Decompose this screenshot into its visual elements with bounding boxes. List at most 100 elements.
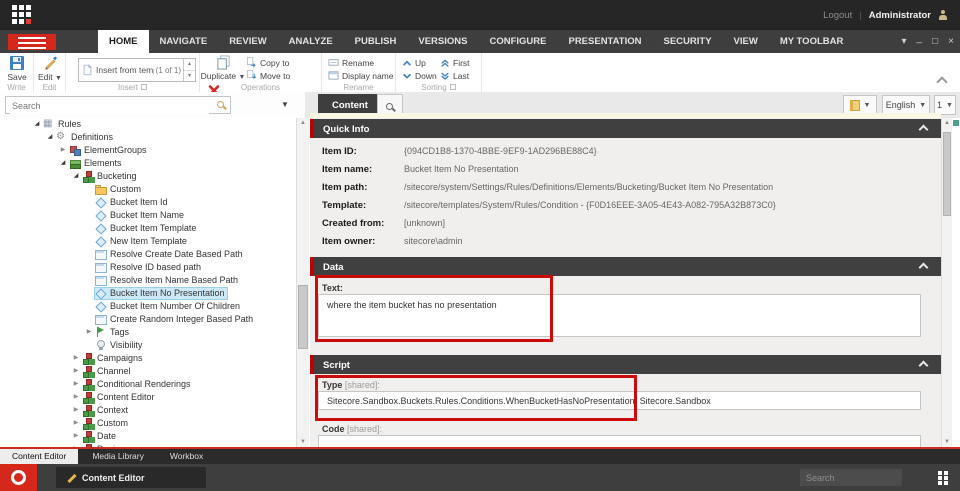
- tree-item[interactable]: ElementGroups: [0, 144, 296, 157]
- code-field-input[interactable]: [318, 435, 921, 447]
- tree-item[interactable]: Campaigns: [0, 352, 296, 365]
- ribbon-tab[interactable]: MY TOOLBAR: [769, 30, 855, 53]
- expand-arrow[interactable]: [71, 170, 81, 183]
- tree-item[interactable]: Tags: [0, 326, 296, 339]
- ribbon-tab[interactable]: HOME: [98, 30, 149, 53]
- tree-item[interactable]: Visibility: [0, 339, 296, 352]
- display-name-button[interactable]: Display name: [328, 70, 394, 81]
- tree-item[interactable]: Resolve ID based path: [0, 261, 296, 274]
- tree-item[interactable]: Bucket Item Id: [0, 196, 296, 209]
- editor-scrollbar[interactable]: ▲ ▼: [941, 118, 952, 447]
- copy-to-button[interactable]: Copy to: [246, 57, 294, 68]
- app-tab[interactable]: Media Library: [80, 449, 156, 464]
- expand-arrow[interactable]: [58, 157, 68, 170]
- sort-down-button[interactable]: Down: [402, 70, 440, 81]
- ribbon-tab[interactable]: VIEW: [723, 30, 769, 53]
- section-header-data[interactable]: Data: [310, 257, 941, 276]
- tree-item[interactable]: Rules: [0, 118, 296, 131]
- tree-item[interactable]: Custom: [0, 417, 296, 430]
- scroll-up-icon[interactable]: ▲: [942, 120, 952, 126]
- ribbon-tab[interactable]: SECURITY: [653, 30, 723, 53]
- search-input[interactable]: [10, 98, 209, 114]
- tree-item[interactable]: Context: [0, 404, 296, 417]
- search-icon[interactable]: [216, 100, 227, 111]
- maximize-icon[interactable]: □: [932, 30, 938, 53]
- navigation-bar-button[interactable]: ▼: [843, 95, 877, 115]
- window-menu-icon[interactable]: ▾: [902, 30, 907, 53]
- logout-link[interactable]: Logout: [823, 10, 852, 21]
- menu-hamburger-button[interactable]: [8, 34, 56, 50]
- expand-arrow[interactable]: [45, 131, 55, 144]
- tree-item[interactable]: Resolve Item Name Based Path: [0, 274, 296, 287]
- version-selector[interactable]: 1▼: [934, 95, 956, 115]
- save-button[interactable]: Save: [0, 53, 34, 82]
- tree-item[interactable]: Elements: [0, 157, 296, 170]
- tree-item[interactable]: Definitions: [0, 131, 296, 144]
- expand-arrow[interactable]: [71, 391, 81, 404]
- ribbon-tab[interactable]: CONFIGURE: [478, 30, 557, 53]
- tree-item[interactable]: Bucket Item No Presentation: [0, 287, 296, 300]
- sitecore-start-button[interactable]: [0, 464, 37, 491]
- apps-grid-icon[interactable]: [938, 471, 942, 475]
- sort-last-button[interactable]: Last: [440, 70, 476, 81]
- spinner-up-icon[interactable]: ▲: [184, 59, 195, 71]
- ribbon-tab[interactable]: VERSIONS: [407, 30, 478, 53]
- duplicate-button[interactable]: Duplicate ▼: [200, 53, 246, 81]
- move-to-button[interactable]: Move to: [246, 70, 294, 81]
- tree-options-chevron-icon[interactable]: ▼: [281, 100, 289, 109]
- close-icon[interactable]: ×: [948, 30, 954, 53]
- expand-arrow[interactable]: [71, 430, 81, 443]
- edit-button[interactable]: Edit ▼: [34, 53, 66, 82]
- tree-item[interactable]: Bucket Item Template: [0, 222, 296, 235]
- language-selector[interactable]: English▼: [882, 95, 930, 115]
- tree-item[interactable]: Content Editor: [0, 391, 296, 404]
- scrollbar-thumb[interactable]: [298, 285, 308, 349]
- taskbar-search-input[interactable]: [800, 469, 902, 486]
- ribbon-tab[interactable]: ANALYZE: [278, 30, 344, 53]
- scrollbar-thumb[interactable]: [943, 132, 951, 216]
- tree-item[interactable]: Bucket Item Name: [0, 209, 296, 222]
- tree-item[interactable]: Channel: [0, 365, 296, 378]
- dialog-launcher-icon[interactable]: [450, 84, 456, 90]
- scroll-down-icon[interactable]: ▼: [942, 439, 952, 445]
- tree-item[interactable]: Custom: [0, 183, 296, 196]
- collapse-section-icon[interactable]: [919, 125, 929, 135]
- current-user-label[interactable]: Administrator: [869, 10, 931, 21]
- content-editor-task-button[interactable]: Content Editor: [56, 467, 206, 488]
- minimize-icon[interactable]: _: [917, 27, 923, 50]
- dialog-launcher-icon[interactable]: [141, 84, 147, 90]
- expand-arrow[interactable]: [71, 417, 81, 430]
- section-header-quick-info[interactable]: Quick Info: [310, 119, 941, 138]
- ribbon-tab[interactable]: NAVIGATE: [149, 30, 219, 53]
- expand-arrow[interactable]: [32, 118, 42, 131]
- expand-arrow[interactable]: [71, 365, 81, 378]
- expand-arrow[interactable]: [58, 144, 68, 157]
- tree-item[interactable]: Create Random Integer Based Path: [0, 313, 296, 326]
- tree-scrollbar[interactable]: ▲ ▼: [296, 118, 309, 447]
- rename-button[interactable]: Rename: [328, 57, 394, 68]
- app-tab[interactable]: Content Editor: [0, 449, 78, 464]
- spinner-down-icon[interactable]: ▼: [184, 71, 195, 82]
- tree-item[interactable]: New Item Template: [0, 235, 296, 248]
- ribbon-tab[interactable]: REVIEW: [218, 30, 277, 53]
- tree-item[interactable]: Resolve Create Date Based Path: [0, 248, 296, 261]
- tree-item[interactable]: Date: [0, 430, 296, 443]
- app-tab[interactable]: Workbox: [158, 449, 215, 464]
- expand-arrow[interactable]: [71, 404, 81, 417]
- ribbon-tab[interactable]: PRESENTATION: [557, 30, 652, 53]
- section-header-script[interactable]: Script: [310, 355, 941, 374]
- sort-first-button[interactable]: First: [440, 57, 476, 68]
- expand-arrow[interactable]: [71, 352, 81, 365]
- tree-item[interactable]: Bucketing: [0, 170, 296, 183]
- type-field-input[interactable]: Sitecore.Sandbox.Buckets.Rules.Condition…: [318, 391, 921, 410]
- ribbon-collapse-icon[interactable]: [936, 76, 947, 87]
- collapse-section-icon[interactable]: [919, 361, 929, 371]
- collapse-section-icon[interactable]: [919, 263, 929, 273]
- scroll-up-icon[interactable]: ▲: [297, 120, 309, 126]
- tree-item[interactable]: Bucket Item Number Of Children: [0, 300, 296, 313]
- expand-arrow[interactable]: [84, 326, 94, 339]
- text-field-input[interactable]: where the item bucket has no presentatio…: [318, 294, 921, 337]
- scroll-down-icon[interactable]: ▼: [297, 439, 309, 445]
- insert-from-template-box[interactable]: Insert from templat (1 of 1) ▲ ▼: [78, 58, 196, 82]
- ribbon-tab[interactable]: PUBLISH: [344, 30, 408, 53]
